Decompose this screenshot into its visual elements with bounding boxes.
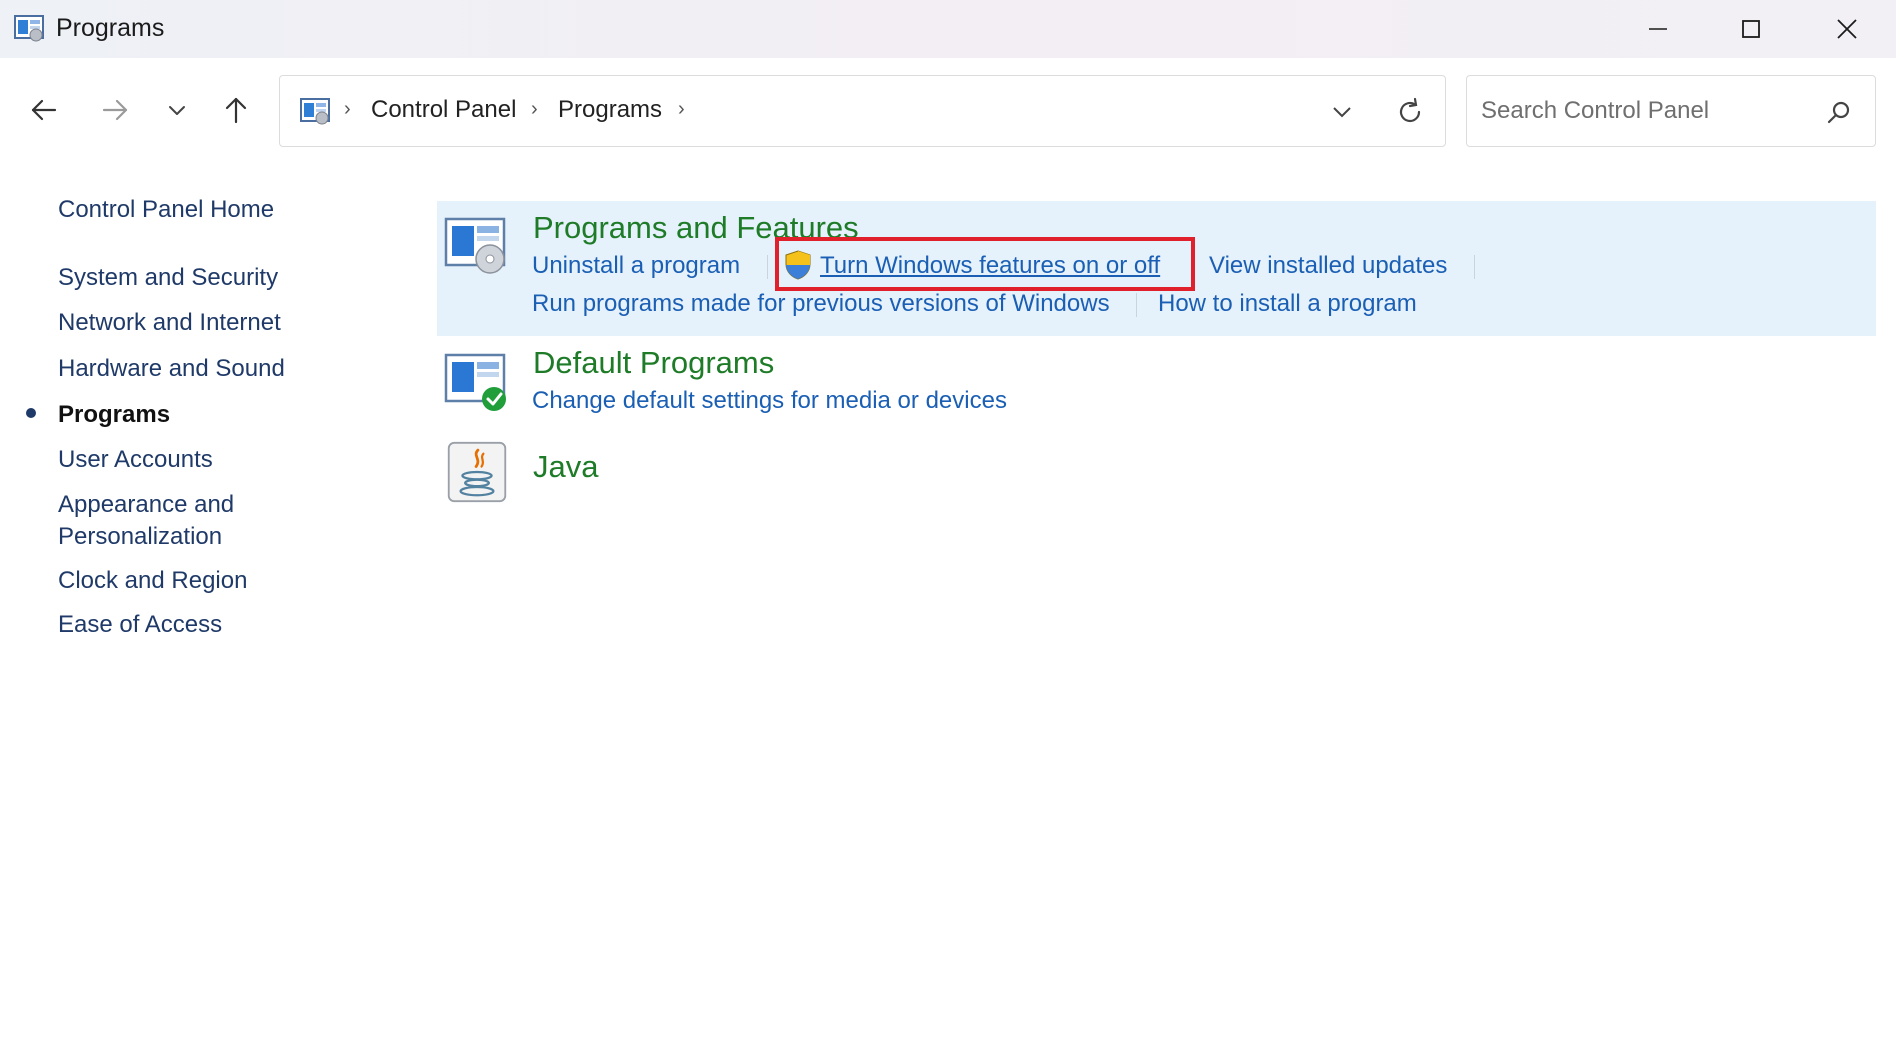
change-default-settings-link[interactable]: Change default settings for media or dev… [532, 386, 1007, 416]
breadcrumb-control-panel[interactable]: Control Panel [371, 96, 516, 124]
default-programs-title[interactable]: Default Programs [533, 344, 774, 382]
nav-appearance-and[interactable]: Appearance and [58, 489, 234, 521]
nav-personalization[interactable]: Personalization [58, 521, 222, 553]
search-input[interactable] [1481, 90, 1801, 132]
view-installed-updates-link[interactable]: View installed updates [1209, 251, 1447, 281]
nav-programs: Programs [58, 401, 171, 428]
up-button[interactable] [214, 88, 258, 132]
search-icon[interactable] [1822, 96, 1856, 128]
arrow-up-icon [225, 97, 247, 124]
minimize-button[interactable] [1613, 0, 1703, 58]
how-to-install-link[interactable]: How to install a program [1158, 289, 1417, 319]
back-button[interactable] [22, 88, 66, 132]
breadcrumb-separator: › [344, 98, 351, 120]
breadcrumb-separator[interactable]: › [531, 98, 538, 121]
uninstall-program-link[interactable]: Uninstall a program [532, 251, 740, 281]
nav-user-accounts[interactable]: User Accounts [58, 444, 213, 476]
refresh-icon [1399, 97, 1421, 123]
forward-button[interactable] [93, 88, 137, 132]
run-older-programs-link[interactable]: Run programs made for previous versions … [532, 289, 1110, 319]
programs-features-icon [444, 217, 506, 274]
chevron-down-icon [1333, 107, 1351, 118]
title-bar: Programs [0, 0, 1896, 58]
arrow-left-icon [31, 99, 57, 121]
search-box[interactable] [1466, 75, 1876, 147]
address-bar[interactable]: › Control Panel › Programs › [279, 75, 1446, 147]
control-panel-icon [300, 98, 330, 125]
link-separator [1474, 255, 1475, 279]
recent-locations-button[interactable] [155, 88, 199, 132]
nav-ease-of-access[interactable]: Ease of Access [58, 609, 222, 641]
nav-clock-and-region[interactable]: Clock and Region [58, 565, 247, 597]
java-icon [447, 441, 507, 503]
control-panel-icon [14, 15, 44, 42]
nav-system-and-security[interactable]: System and Security [58, 262, 278, 294]
arrow-right-icon [102, 99, 128, 121]
refresh-button[interactable] [1388, 92, 1432, 132]
link-separator [767, 255, 768, 279]
java-title[interactable]: Java [533, 448, 598, 486]
maximize-button[interactable] [1706, 0, 1796, 58]
current-page-bullet [26, 408, 36, 418]
breadcrumb-separator[interactable]: › [678, 98, 685, 121]
nav-network-and-internet[interactable]: Network and Internet [58, 307, 281, 339]
maximize-icon [1742, 20, 1760, 38]
minimize-icon [1649, 28, 1667, 30]
link-separator [1136, 293, 1137, 317]
default-programs-icon [444, 353, 506, 411]
nav-hardware-and-sound[interactable]: Hardware and Sound [58, 353, 285, 385]
window-title: Programs [56, 14, 165, 42]
breadcrumb-programs[interactable]: Programs [558, 96, 662, 124]
annotation-highlight-box [775, 237, 1195, 291]
chevron-down-icon [169, 106, 185, 115]
nav-control-panel-home[interactable]: Control Panel Home [58, 194, 274, 226]
address-history-dropdown[interactable] [1320, 94, 1364, 130]
close-button[interactable] [1802, 0, 1892, 58]
close-icon [1837, 19, 1857, 39]
